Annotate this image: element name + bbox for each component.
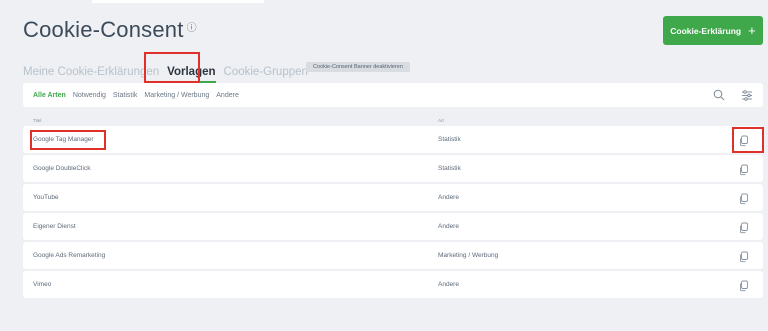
table-row[interactable]: YouTube Andere [23, 184, 763, 211]
column-header-type: Art [438, 118, 444, 123]
top-strip-bar [92, 0, 264, 3]
column-header-title: Titel [33, 118, 42, 123]
filter-andere[interactable]: Andere [216, 92, 239, 99]
row-title: YouTube [33, 194, 59, 201]
row-title: Google Ads Remarketing [33, 252, 106, 259]
filter-marketing-werbung[interactable]: Marketing / Werbung [144, 92, 209, 99]
filter-items: Alle Arten Notwendig Statistik Marketing / … [33, 92, 246, 99]
tab-label: Cookie-Gruppen [223, 66, 308, 78]
filter-alle-arten[interactable]: Alle Arten [33, 92, 66, 99]
filter-notwendig[interactable]: Notwendig [73, 92, 106, 99]
row-title: Google DoubleClick [33, 165, 91, 172]
table-row[interactable]: Google DoubleClick Statistik [23, 155, 763, 182]
top-strip [0, 0, 768, 6]
copy-icon[interactable] [738, 250, 750, 263]
highlight-box-row-title [30, 130, 106, 150]
filter-icons [713, 89, 753, 101]
add-cookie-statement-label: Cookie-Erklärung [670, 25, 742, 36]
info-icon[interactable]: ⓘ [187, 23, 197, 34]
row-title: Vimeo [33, 281, 52, 288]
row-type: Andere [438, 281, 459, 288]
filter-bar: Alle Arten Notwendig Statistik Marketing / … [23, 83, 763, 107]
row-type: Marketing / Werbung [438, 252, 499, 259]
copy-icon[interactable] [738, 163, 750, 176]
row-type: Statistik [438, 165, 461, 172]
add-cookie-statement-button[interactable]: Cookie-Erklärung + [663, 16, 763, 45]
page-title: Cookie-Consent ⓘ [23, 17, 197, 43]
filter-statistik[interactable]: Statistik [113, 92, 138, 99]
tab-my-cookie-statements[interactable]: Meine Cookie-Erklärungen [23, 66, 159, 78]
search-icon[interactable] [713, 89, 725, 101]
row-type: Andere [438, 223, 459, 230]
row-title: Eigener Dienst [33, 223, 76, 230]
table-row[interactable]: Vimeo Andere [23, 271, 763, 298]
tab-label: Meine Cookie-Erklärungen [23, 66, 160, 78]
row-type: Andere [438, 194, 459, 201]
tab-cookie-groups[interactable]: Cookie-Gruppen [224, 66, 308, 78]
table-row[interactable]: Google Tag Manager Statistik [23, 126, 763, 153]
plus-icon: + [748, 23, 756, 38]
table-row[interactable]: Google Ads Remarketing Marketing / Werbun… [23, 242, 763, 269]
highlight-box-tab [144, 52, 200, 83]
page-title-text: Cookie-Consent [23, 17, 184, 42]
table-row[interactable]: Eigener Dienst Andere [23, 213, 763, 240]
copy-icon[interactable] [738, 192, 750, 205]
copy-icon[interactable] [738, 221, 750, 234]
filter-icon[interactable] [741, 89, 753, 101]
copy-icon[interactable] [738, 279, 750, 292]
row-type: Statistik [438, 136, 461, 143]
deactivate-banner-button[interactable]: Cookie-Consent Banner deaktivieren [306, 62, 410, 72]
highlight-box-copy [732, 127, 764, 153]
